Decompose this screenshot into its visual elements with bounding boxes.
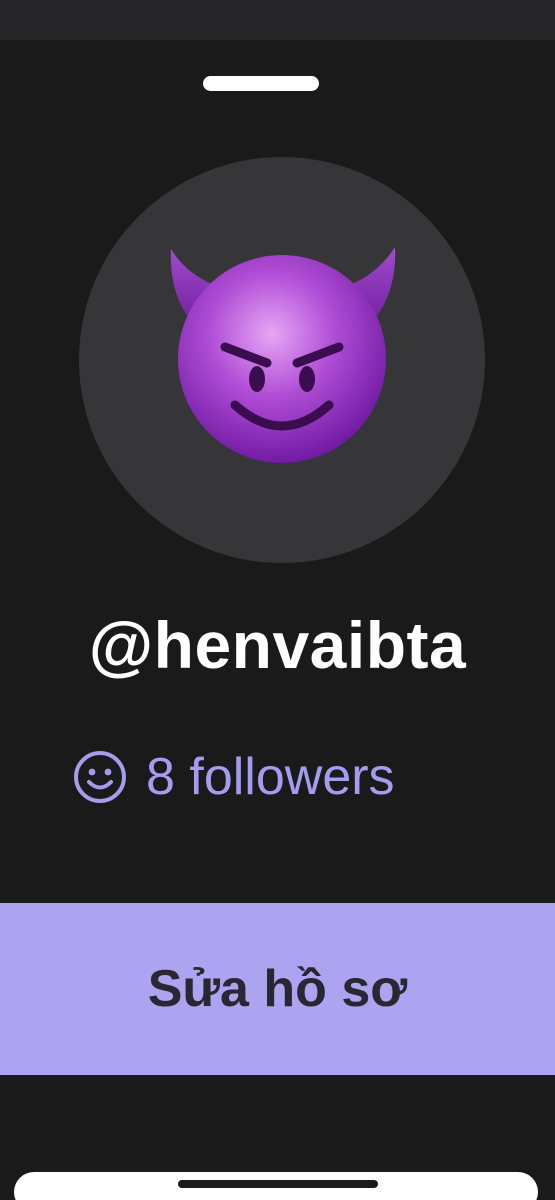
sheet-grab-handle[interactable]	[203, 76, 319, 91]
top-strip	[0, 0, 555, 40]
profile-sheet: @henvaibta 8 followers Sửa hồ sơ	[0, 0, 555, 1200]
smiley-icon	[74, 751, 126, 803]
followers-label: 8 followers	[146, 748, 395, 806]
username: @henvaibta	[88, 608, 467, 682]
edit-profile-button[interactable]: Sửa hồ sơ	[0, 903, 555, 1075]
avatar[interactable]	[79, 157, 485, 563]
home-indicator[interactable]	[178, 1180, 378, 1188]
followers-count[interactable]: 8 followers	[72, 742, 395, 812]
smiling-face-with-horns-icon	[170, 247, 396, 463]
